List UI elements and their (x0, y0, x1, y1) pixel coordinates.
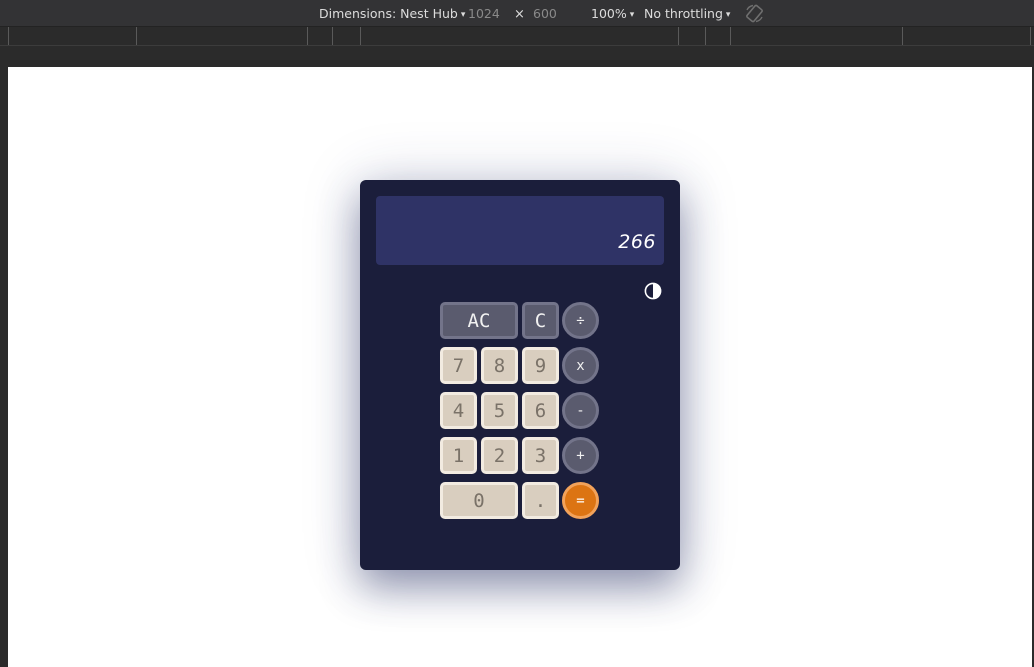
dimension-separator: × (514, 7, 525, 22)
digit-4-button[interactable]: 4 (440, 392, 477, 429)
digit-3-button[interactable]: 3 (522, 437, 559, 474)
ruler-tick (332, 27, 333, 45)
display-value: 266 (618, 231, 656, 253)
media-query-bar[interactable] (0, 27, 1034, 46)
ruler-tick (730, 27, 731, 45)
calculator: 266 AC C ÷ 7 8 9 x 4 5 6 - 1 2 3 + 0 . = (360, 180, 680, 570)
digit-6-button[interactable]: 6 (522, 392, 559, 429)
chevron-down-icon: ▾ (460, 10, 466, 20)
multiply-button[interactable]: x (562, 347, 599, 384)
equals-button[interactable]: = (562, 482, 599, 519)
rotate-icon[interactable] (744, 3, 765, 24)
device-dimensions-label: Dimensions: Nest Hub (319, 6, 458, 21)
zoom-dropdown[interactable]: 100% ▾ (591, 6, 634, 23)
ruler-tick (1030, 27, 1031, 45)
ruler-tick (8, 27, 9, 45)
height-input[interactable]: 600 (533, 6, 557, 21)
width-input[interactable]: 1024 (468, 6, 500, 21)
digit-0-button[interactable]: 0 (440, 482, 518, 519)
digit-2-button[interactable]: 2 (481, 437, 518, 474)
throttling-dropdown[interactable]: No throttling ▾ (644, 6, 730, 23)
ruler-tick (705, 27, 706, 45)
contrast-icon[interactable] (644, 282, 662, 300)
digit-7-button[interactable]: 7 (440, 347, 477, 384)
chevron-down-icon: ▾ (629, 10, 635, 20)
clear-button[interactable]: C (522, 302, 559, 339)
digit-9-button[interactable]: 9 (522, 347, 559, 384)
add-button[interactable]: + (562, 437, 599, 474)
divide-button[interactable]: ÷ (562, 302, 599, 339)
ruler-tick (136, 27, 137, 45)
digit-5-button[interactable]: 5 (481, 392, 518, 429)
page-viewport: 266 AC C ÷ 7 8 9 x 4 5 6 - 1 2 3 + 0 . = (8, 67, 1032, 667)
calculator-display: 266 (376, 196, 664, 265)
decimal-button[interactable]: . (522, 482, 559, 519)
ruler-tick (902, 27, 903, 45)
ruler-tick (360, 27, 361, 45)
zoom-label: 100% (591, 6, 627, 21)
all-clear-button[interactable]: AC (440, 302, 518, 339)
device-dimensions-dropdown[interactable]: Dimensions: Nest Hub ▾ (319, 6, 465, 23)
chevron-down-icon: ▾ (725, 10, 731, 20)
digit-8-button[interactable]: 8 (481, 347, 518, 384)
viewport-gutter (0, 46, 1034, 67)
device-toolbar: Dimensions: Nest Hub ▾ 1024 × 600 100% ▾ N… (0, 0, 1034, 27)
ruler-tick (307, 27, 308, 45)
digit-1-button[interactable]: 1 (440, 437, 477, 474)
subtract-button[interactable]: - (562, 392, 599, 429)
ruler-tick (678, 27, 679, 45)
throttling-label: No throttling (644, 6, 723, 21)
